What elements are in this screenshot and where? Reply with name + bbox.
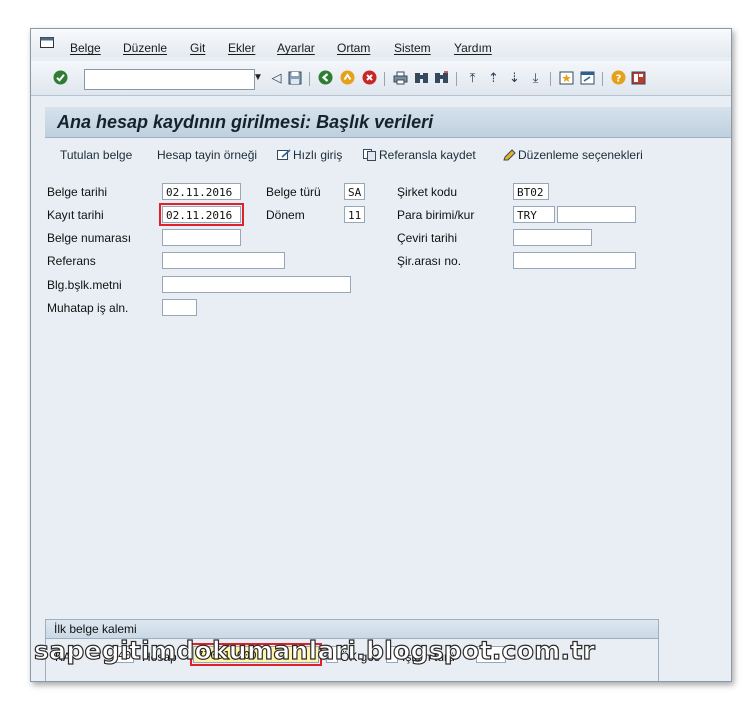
shortcut-icon[interactable] (580, 70, 595, 85)
duzenleme-secenekleri-button[interactable]: Düzenleme seçenekleri (503, 148, 643, 162)
sir-arasi-no-field[interactable] (513, 252, 636, 269)
pencil-icon (503, 149, 516, 161)
blg-bslk-metni-field[interactable] (162, 276, 351, 293)
menu-ortam[interactable]: Ortam (337, 41, 370, 55)
create-session-icon[interactable] (559, 70, 574, 85)
menu-git[interactable]: Git (190, 41, 205, 55)
hizli-giris-button[interactable]: Hızlı giriş (277, 148, 342, 162)
para-birimi-label: Para birimi/kur (397, 208, 475, 222)
toolbar-separator (384, 72, 385, 86)
enter-icon[interactable] (53, 70, 68, 85)
group-title: İlk belge kalemi (54, 622, 137, 636)
duzenleme-secenekleri-label: Düzenleme seçenekleri (518, 148, 643, 162)
hesap-tayin-ornegi-button[interactable]: Hesap tayin örneği (157, 148, 257, 162)
kayit-tarihi-highlight (159, 203, 244, 226)
referans-label: Referans (47, 254, 96, 268)
save-icon[interactable] (287, 70, 302, 85)
command-field[interactable] (84, 69, 255, 90)
ceviri-tarihi-field[interactable] (513, 229, 592, 246)
toolbar-separator (550, 72, 551, 86)
referansla-kaydet-button[interactable]: Referansla kaydet (363, 148, 476, 162)
menu-sistem[interactable]: Sistem (394, 41, 431, 55)
sap-window: Belge Düzenle Git Ekler Ayarlar Ortam Si… (30, 28, 732, 682)
dropdown-arrow-icon[interactable]: ▼ (252, 68, 264, 86)
sirket-kodu-label: Şirket kodu (397, 185, 458, 199)
page-title: Ana hesap kaydının girilmesi: Başlık ver… (57, 112, 434, 132)
application-toolbar: Tutulan belge Hesap tayin örneği Hızlı g… (45, 139, 731, 171)
muhatap-is-aln-label: Muhatap iş aln. (47, 301, 129, 315)
menu-belge[interactable]: Belge (70, 41, 101, 55)
sirket-kodu-field[interactable]: BT02 (513, 183, 549, 200)
svg-text:?: ? (616, 74, 622, 85)
menu-yardim[interactable]: Yardım (454, 41, 492, 55)
help-icon[interactable]: ? (611, 70, 626, 85)
exit-icon[interactable] (340, 70, 355, 85)
screen-title-bar: Ana hesap kaydının girilmesi: Başlık ver… (45, 107, 731, 138)
menu-ekler[interactable]: Ekler (228, 41, 255, 55)
hizli-giris-label: Hızlı giriş (293, 148, 343, 162)
kayit-tarihi-label: Kayıt tarihi (47, 208, 104, 222)
belge-tarihi-field[interactable]: 02.11.2016 (162, 183, 241, 200)
referansla-kaydet-label: Referansla kaydet (379, 148, 476, 162)
copy-document-icon (363, 149, 376, 161)
find-next-icon[interactable] (434, 70, 449, 85)
previous-page-icon[interactable]: ⇡ (486, 70, 501, 85)
muhatap-is-aln-field[interactable] (162, 299, 197, 316)
fast-entry-icon (277, 149, 291, 160)
menubar: Belge Düzenle Git Ekler Ayarlar Ortam Si… (31, 29, 731, 57)
standard-toolbar: ▼ ◁ ⤒ ⇡ ⇣ ⤓ ? (31, 61, 731, 96)
ceviri-tarihi-label: Çeviri tarihi (397, 231, 458, 245)
menu-ayarlar[interactable]: Ayarlar (277, 41, 315, 55)
belge-turu-field[interactable]: SA (344, 183, 365, 200)
cancel-icon[interactable] (362, 70, 377, 85)
menu-duzenle[interactable]: Düzenle (123, 41, 167, 55)
tutulan-belge-button[interactable]: Tutulan belge (60, 148, 132, 162)
find-icon[interactable] (414, 70, 429, 85)
blog-watermark: sapegitimdokumanlari.blogspot.com.tr (33, 635, 596, 665)
menu-window-icon[interactable] (40, 37, 54, 48)
print-icon[interactable] (393, 70, 408, 85)
donem-field[interactable]: 11 (344, 206, 365, 223)
para-birimi-field[interactable]: TRY (513, 206, 555, 223)
blg-bslk-metni-label: Blg.bşlk.metni (47, 278, 122, 292)
layout-icon[interactable] (631, 70, 646, 85)
sir-arasi-no-label: Şir.arası no. (397, 254, 462, 268)
donem-label: Dönem (266, 208, 305, 222)
toolbar-separator (456, 72, 457, 86)
back-arrow-icon[interactable]: ◁ (269, 70, 284, 85)
referans-field[interactable] (162, 252, 285, 269)
belge-tarihi-label: Belge tarihi (47, 185, 108, 199)
last-page-icon[interactable]: ⤓ (528, 70, 543, 85)
belge-numarasi-label: Belge numarası (47, 231, 132, 245)
next-page-icon[interactable]: ⇣ (507, 70, 522, 85)
toolbar-separator (602, 72, 603, 86)
belge-numarasi-field[interactable] (162, 229, 241, 246)
first-page-icon[interactable]: ⤒ (465, 70, 480, 85)
back-icon[interactable] (318, 70, 333, 85)
toolbar-separator (309, 72, 310, 86)
kur-field[interactable] (557, 206, 636, 223)
belge-turu-label: Belge türü (266, 185, 321, 199)
